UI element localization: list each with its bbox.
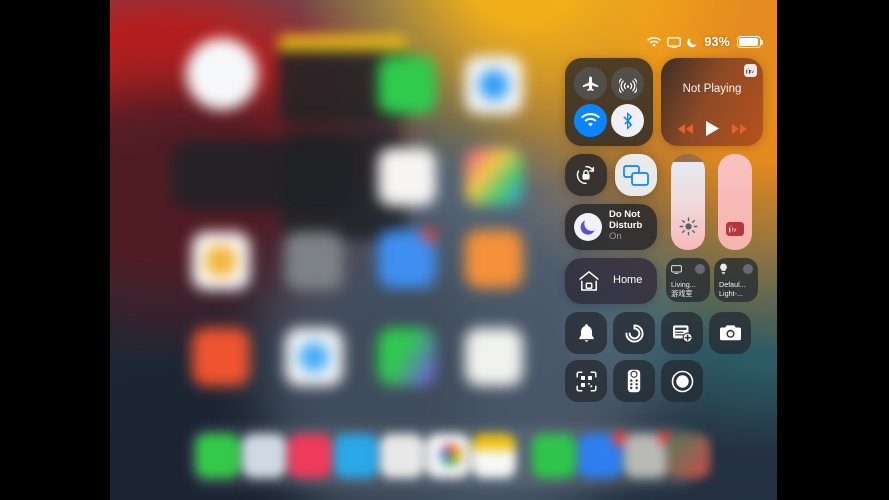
apple-tv-remote-button[interactable] [613,360,655,402]
apple-tv-icon: tv [744,64,757,77]
dock-app-icon[interactable] [242,434,286,478]
battery-icon [737,36,764,48]
accessory-header [719,263,753,275]
crescent-moon-icon [687,37,698,48]
dock-app-icon[interactable] [380,434,424,478]
app-icon [378,56,436,114]
app-icon [465,230,523,288]
crescent-moon-icon [574,213,602,241]
dock-app-icon[interactable] [288,434,332,478]
lightbulb-icon [719,263,728,275]
accessory-header [671,263,705,275]
app-glyph [479,70,509,100]
accessory-labels: Living... 游戏室 [671,280,706,298]
airdrop-toggle[interactable] [611,67,644,100]
home-accessory-tile[interactable]: Living... 游戏室 [666,258,710,302]
widget-accent-bar [278,36,408,50]
screen-mirroring-icon [623,164,649,186]
brightness-slider-fill [671,161,705,250]
accessory-labels: Defaul... Light-... [719,280,754,298]
camera-icon [719,324,742,342]
svg-text:tv: tv [732,228,737,233]
app-icon [465,148,523,206]
tablet-display: 93% tv Not Playing Do Not Disturb On Hom… [110,0,777,500]
dock-app-icon[interactable] [196,434,240,478]
media-title: Not Playing [682,83,742,95]
airplane-mode-toggle[interactable] [574,67,607,100]
rotation-lock-button[interactable] [565,154,607,196]
app-icon [378,148,436,206]
accessory-name: Living... [671,280,696,289]
quick-note-button[interactable] [661,312,703,354]
wifi-icon [581,113,600,128]
wifi-icon [647,36,662,48]
silent-mode-button[interactable] [565,312,607,354]
bluetooth-toggle[interactable] [611,104,644,137]
power-toggle-icon[interactable] [695,264,705,274]
do-not-disturb-module[interactable]: Do Not Disturb On [565,204,657,250]
screen-root: 93% tv Not Playing Do Not Disturb On Hom… [0,0,889,500]
app-icon [186,38,258,110]
control-center: tv Not Playing Do Not Disturb On Home tv… [565,58,763,402]
code-scanner-button[interactable] [565,360,607,402]
timer-icon [624,323,645,344]
dock-app-icon[interactable] [334,434,378,478]
timer-button[interactable] [613,312,655,354]
camera-button[interactable] [709,312,751,354]
app-icon [465,328,523,386]
apple-tv-icon: tv [718,222,752,236]
brightness-icon [671,217,705,236]
note-add-icon [672,324,693,343]
dnd-subtitle: On [609,231,622,242]
brightness-slider[interactable] [671,154,705,250]
dock-app-icon[interactable] [666,434,710,478]
status-bar: 93% [647,35,764,49]
airdrop-icon [618,75,637,93]
home-module[interactable]: Home [565,258,657,304]
app-icon [378,328,436,386]
app-icon [192,328,250,386]
accessory-room: 游戏室 [671,289,693,298]
rewind-icon[interactable] [677,123,694,135]
bell-icon [577,323,596,343]
dnd-title: Do Not Disturb [609,209,643,231]
app-glyph [206,246,236,276]
dock-app-icon[interactable] [532,434,576,478]
screen-mirroring-button[interactable] [615,154,657,196]
home-icon [577,269,601,293]
airplane-icon [582,75,599,92]
power-toggle-icon[interactable] [743,264,753,274]
home-accessory-tile[interactable]: Defaul... Light-... [714,258,758,302]
screen-mirroring-icon [667,36,682,48]
battery-percent-label: 93% [704,35,730,49]
media-controls [661,120,763,137]
media-module[interactable]: tv Not Playing [661,58,763,146]
app-icon [285,232,343,290]
tv-accessory-icon [671,264,682,274]
play-icon[interactable] [705,120,720,137]
app-glyph [299,342,329,372]
apple-tv-volume-slider[interactable]: tv [718,154,752,250]
connectivity-module [565,58,653,146]
record-icon [671,370,694,393]
fast-forward-icon[interactable] [731,123,748,135]
notification-badge [422,228,437,243]
bluetooth-icon [622,111,634,130]
accessory-name: Defaul... [719,280,746,289]
dock-app-glyph [440,444,462,466]
dnd-text: Do Not Disturb On [609,209,657,243]
remote-icon [627,369,641,393]
qr-code-icon [575,370,597,392]
dock-app-icon[interactable] [472,434,516,478]
home-label: Home [613,274,643,286]
screen-recording-button[interactable] [661,360,703,402]
rotation-lock-icon [574,163,598,187]
dock-icons [188,431,710,482]
accessory-room: Light-... [719,289,743,298]
wifi-toggle[interactable] [574,104,607,137]
svg-text:tv: tv [750,69,754,74]
